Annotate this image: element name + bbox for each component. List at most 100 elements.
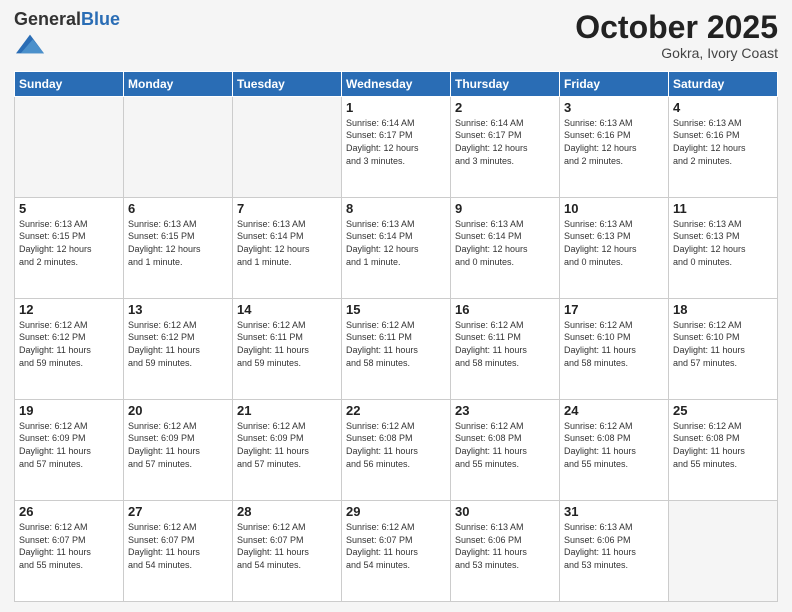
day-detail: Sunrise: 6:12 AM Sunset: 6:07 PM Dayligh… <box>128 521 228 571</box>
logo-general: General <box>14 9 81 29</box>
day-cell: 16Sunrise: 6:12 AM Sunset: 6:11 PM Dayli… <box>451 298 560 399</box>
day-cell: 27 Sunrise: 6:12 AM Sunset: 6:07 PM Dayli… <box>124 500 233 601</box>
week-row-1: 1 Sunrise: 6:14 AM Sunset: 6:17 PM Daylig… <box>15 96 778 197</box>
day-detail: Sunrise: 6:13 AM Sunset: 6:13 PM Dayligh… <box>564 218 664 268</box>
day-number: 17 <box>564 302 664 317</box>
day-number: 25 <box>673 403 773 418</box>
week-row-3: 12 Sunrise: 6:12 AM Sunset: 6:12 PM Dayli… <box>15 298 778 399</box>
day-cell: 18Sunrise: 6:12 AM Sunset: 6:10 PM Dayli… <box>669 298 778 399</box>
day-detail: Sunrise: 6:13 AM Sunset: 6:14 PM Dayligh… <box>455 218 555 268</box>
day-detail: Sunrise: 6:12 AM Sunset: 6:11 PM Dayligh… <box>346 319 446 369</box>
logo-icon <box>16 30 44 58</box>
day-cell: 31 Sunrise: 6:13 AM Sunset: 6:06 PM Dayli… <box>560 500 669 601</box>
day-cell: 12 Sunrise: 6:12 AM Sunset: 6:12 PM Dayli… <box>15 298 124 399</box>
day-cell: 22 Sunrise: 6:12 AM Sunset: 6:08 PM Dayli… <box>342 399 451 500</box>
week-row-2: 5Sunrise: 6:13 AM Sunset: 6:15 PM Daylig… <box>15 197 778 298</box>
weekday-friday: Friday <box>560 71 669 96</box>
day-detail: Sunrise: 6:14 AM Sunset: 6:17 PM Dayligh… <box>455 117 555 167</box>
weekday-wednesday: Wednesday <box>342 71 451 96</box>
day-detail: Sunrise: 6:13 AM Sunset: 6:16 PM Dayligh… <box>564 117 664 167</box>
logo-blue: Blue <box>81 9 120 29</box>
day-number: 15 <box>346 302 446 317</box>
day-number: 3 <box>564 100 664 115</box>
day-cell: 21 Sunrise: 6:12 AM Sunset: 6:09 PM Dayli… <box>233 399 342 500</box>
day-number: 2 <box>455 100 555 115</box>
title-block: October 2025 Gokra, Ivory Coast <box>575 10 778 61</box>
day-cell: 14Sunrise: 6:12 AM Sunset: 6:11 PM Dayli… <box>233 298 342 399</box>
day-cell: 9 Sunrise: 6:13 AM Sunset: 6:14 PM Daylig… <box>451 197 560 298</box>
day-detail: Sunrise: 6:12 AM Sunset: 6:10 PM Dayligh… <box>564 319 664 369</box>
day-detail: Sunrise: 6:12 AM Sunset: 6:09 PM Dayligh… <box>19 420 119 470</box>
logo: GeneralBlue <box>14 10 120 63</box>
day-cell: 5Sunrise: 6:13 AM Sunset: 6:15 PM Daylig… <box>15 197 124 298</box>
day-cell: 19 Sunrise: 6:12 AM Sunset: 6:09 PM Dayli… <box>15 399 124 500</box>
month-title: October 2025 <box>575 10 778 45</box>
day-detail: Sunrise: 6:12 AM Sunset: 6:10 PM Dayligh… <box>673 319 773 369</box>
day-cell: 28 Sunrise: 6:12 AM Sunset: 6:07 PM Dayli… <box>233 500 342 601</box>
calendar: SundayMondayTuesdayWednesdayThursdayFrid… <box>14 71 778 602</box>
day-cell: 11 Sunrise: 6:13 AM Sunset: 6:13 PM Dayli… <box>669 197 778 298</box>
day-detail: Sunrise: 6:13 AM Sunset: 6:06 PM Dayligh… <box>455 521 555 571</box>
day-detail: Sunrise: 6:12 AM Sunset: 6:11 PM Dayligh… <box>237 319 337 369</box>
day-detail: Sunrise: 6:12 AM Sunset: 6:08 PM Dayligh… <box>673 420 773 470</box>
day-cell: 24Sunrise: 6:12 AM Sunset: 6:08 PM Dayli… <box>560 399 669 500</box>
day-cell: 23Sunrise: 6:12 AM Sunset: 6:08 PM Dayli… <box>451 399 560 500</box>
day-cell: 10 Sunrise: 6:13 AM Sunset: 6:13 PM Dayli… <box>560 197 669 298</box>
day-detail: Sunrise: 6:12 AM Sunset: 6:12 PM Dayligh… <box>19 319 119 369</box>
day-number: 8 <box>346 201 446 216</box>
day-detail: Sunrise: 6:12 AM Sunset: 6:09 PM Dayligh… <box>128 420 228 470</box>
day-detail: Sunrise: 6:13 AM Sunset: 6:06 PM Dayligh… <box>564 521 664 571</box>
week-row-4: 19 Sunrise: 6:12 AM Sunset: 6:09 PM Dayli… <box>15 399 778 500</box>
day-detail: Sunrise: 6:13 AM Sunset: 6:14 PM Dayligh… <box>237 218 337 268</box>
day-cell: 4Sunrise: 6:13 AM Sunset: 6:16 PM Daylig… <box>669 96 778 197</box>
day-cell: 8 Sunrise: 6:13 AM Sunset: 6:14 PM Daylig… <box>342 197 451 298</box>
day-number: 7 <box>237 201 337 216</box>
day-cell: 15 Sunrise: 6:12 AM Sunset: 6:11 PM Dayli… <box>342 298 451 399</box>
header: GeneralBlue October 2025 Gokra, Ivory Co… <box>14 10 778 63</box>
day-cell: 13Sunrise: 6:12 AM Sunset: 6:12 PM Dayli… <box>124 298 233 399</box>
day-cell <box>15 96 124 197</box>
day-detail: Sunrise: 6:13 AM Sunset: 6:14 PM Dayligh… <box>346 218 446 268</box>
day-detail: Sunrise: 6:14 AM Sunset: 6:17 PM Dayligh… <box>346 117 446 167</box>
day-detail: Sunrise: 6:12 AM Sunset: 6:07 PM Dayligh… <box>237 521 337 571</box>
day-number: 12 <box>19 302 119 317</box>
page: GeneralBlue October 2025 Gokra, Ivory Co… <box>0 0 792 612</box>
location: Gokra, Ivory Coast <box>575 45 778 61</box>
day-number: 31 <box>564 504 664 519</box>
day-number: 27 <box>128 504 228 519</box>
day-cell: 2 Sunrise: 6:14 AM Sunset: 6:17 PM Daylig… <box>451 96 560 197</box>
week-row-5: 26 Sunrise: 6:12 AM Sunset: 6:07 PM Dayli… <box>15 500 778 601</box>
day-number: 28 <box>237 504 337 519</box>
day-number: 26 <box>19 504 119 519</box>
day-number: 1 <box>346 100 446 115</box>
day-number: 30 <box>455 504 555 519</box>
day-detail: Sunrise: 6:12 AM Sunset: 6:09 PM Dayligh… <box>237 420 337 470</box>
day-detail: Sunrise: 6:13 AM Sunset: 6:13 PM Dayligh… <box>673 218 773 268</box>
day-number: 10 <box>564 201 664 216</box>
weekday-monday: Monday <box>124 71 233 96</box>
day-number: 11 <box>673 201 773 216</box>
day-cell: 6Sunrise: 6:13 AM Sunset: 6:15 PM Daylig… <box>124 197 233 298</box>
day-detail: Sunrise: 6:12 AM Sunset: 6:08 PM Dayligh… <box>346 420 446 470</box>
day-number: 9 <box>455 201 555 216</box>
day-detail: Sunrise: 6:13 AM Sunset: 6:16 PM Dayligh… <box>673 117 773 167</box>
day-cell: 29Sunrise: 6:12 AM Sunset: 6:07 PM Dayli… <box>342 500 451 601</box>
day-cell: 20Sunrise: 6:12 AM Sunset: 6:09 PM Dayli… <box>124 399 233 500</box>
day-number: 19 <box>19 403 119 418</box>
day-number: 22 <box>346 403 446 418</box>
day-detail: Sunrise: 6:12 AM Sunset: 6:08 PM Dayligh… <box>564 420 664 470</box>
weekday-tuesday: Tuesday <box>233 71 342 96</box>
day-cell: 3 Sunrise: 6:13 AM Sunset: 6:16 PM Daylig… <box>560 96 669 197</box>
day-cell <box>124 96 233 197</box>
day-cell: 1 Sunrise: 6:14 AM Sunset: 6:17 PM Daylig… <box>342 96 451 197</box>
weekday-saturday: Saturday <box>669 71 778 96</box>
calendar-body: 1 Sunrise: 6:14 AM Sunset: 6:17 PM Daylig… <box>15 96 778 601</box>
day-number: 21 <box>237 403 337 418</box>
day-cell: 30 Sunrise: 6:13 AM Sunset: 6:06 PM Dayli… <box>451 500 560 601</box>
day-cell: 7 Sunrise: 6:13 AM Sunset: 6:14 PM Daylig… <box>233 197 342 298</box>
day-cell <box>669 500 778 601</box>
day-cell: 17 Sunrise: 6:12 AM Sunset: 6:10 PM Dayli… <box>560 298 669 399</box>
day-number: 29 <box>346 504 446 519</box>
weekday-header: SundayMondayTuesdayWednesdayThursdayFrid… <box>15 71 778 96</box>
day-detail: Sunrise: 6:12 AM Sunset: 6:08 PM Dayligh… <box>455 420 555 470</box>
